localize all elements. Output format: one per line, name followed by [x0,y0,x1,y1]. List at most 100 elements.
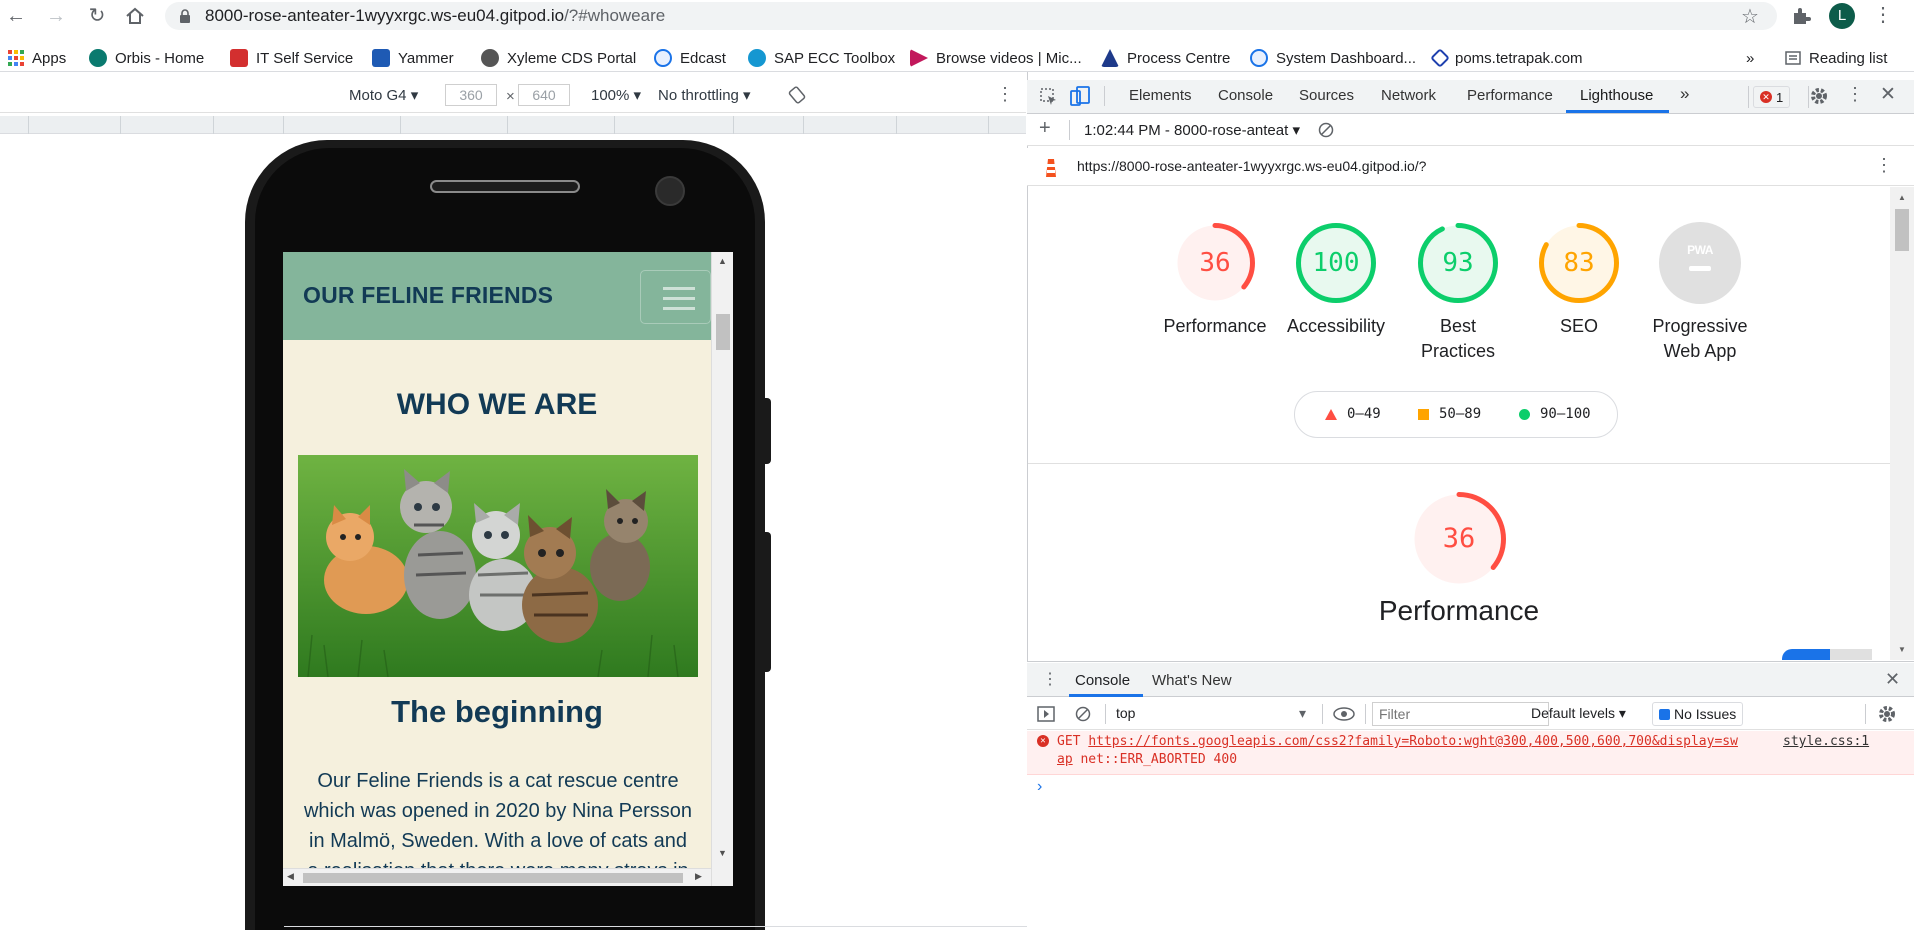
apps-grid-icon [8,50,24,66]
clear-reports-icon[interactable] [1318,122,1334,138]
reading-list-button[interactable]: Reading list [1785,48,1887,68]
throttling-select[interactable]: No throttling ▾ [658,86,751,104]
bookmark-system-dashboard[interactable]: System Dashboard... [1250,48,1416,68]
drawer-tab-console[interactable]: Console [1075,672,1130,689]
bookmark-edcast[interactable]: Edcast [654,48,726,68]
forward-icon[interactable]: → [44,4,68,28]
report-select[interactable]: 1:02:44 PM - 8000-rose-anteat ▾ [1084,121,1300,139]
profile-avatar[interactable]: L [1829,3,1855,29]
devtools-menu-icon[interactable]: ⋮ [1846,84,1864,105]
gauge-score: 83 [1563,248,1595,278]
it-self-service-icon [230,49,248,67]
url-path: /?#whoweare [564,6,666,25]
site-brand[interactable]: OUR FELINE FRIENDS [303,282,553,309]
zoom-select[interactable]: 100% ▾ [591,86,641,104]
scroll-right-arrow-icon[interactable]: ▶ [695,871,702,882]
tab-performance[interactable]: Performance [1467,87,1553,104]
gauge-pwa[interactable]: PWA Progressive Web App [1630,222,1770,364]
drawer-menu-icon[interactable]: ⋮ [1042,669,1058,689]
scroll-left-arrow-icon[interactable]: ◀ [287,871,294,882]
tab-sources[interactable]: Sources [1299,87,1354,104]
tab-network[interactable]: Network [1381,87,1436,104]
edcast-icon [654,49,672,67]
sidebar-toggle-icon[interactable] [1037,706,1055,722]
bookmark-sap[interactable]: SAP ECC Toolbox [748,48,895,68]
scroll-down-arrow-icon[interactable]: ▼ [1898,645,1906,654]
scroll-up-arrow-icon[interactable]: ▲ [1898,193,1906,202]
bookmark-star-icon[interactable]: ☆ [1741,4,1759,29]
extensions-icon[interactable] [1790,5,1812,27]
subsection-title: The beginning [391,694,603,729]
active-drawer-tab-indicator [1069,694,1143,697]
report-url[interactable]: https://8000-rose-anteater-1wyyxrgc.ws-e… [1077,158,1426,174]
gauge-ring: 93 [1417,222,1499,304]
tab-elements[interactable]: Elements [1129,87,1192,104]
gauge-accessibility[interactable]: 100 Accessibility [1266,222,1406,339]
navbar-toggler-button[interactable] [640,270,711,324]
gauge-best-practices[interactable]: 93 Best Practices [1388,222,1528,364]
clear-console-icon[interactable] [1075,706,1091,722]
scrollbar-thumb[interactable] [716,314,730,350]
reload-icon[interactable]: ↻ [85,4,109,28]
view-toggle[interactable] [1782,649,1830,660]
tab-lighthouse[interactable]: Lighthouse [1580,87,1653,104]
error-source-link[interactable]: style.css:1 [1783,734,1869,749]
error-url-link[interactable]: https://fonts.googleapis.com/css2?family… [1088,734,1738,749]
chrome-menu-icon[interactable]: ⋮ [1873,2,1893,27]
console-error-message: ✕ GET https://fonts.googleapis.com/css2?… [1027,731,1914,775]
lighthouse-logo-icon [1043,157,1059,179]
orbis-icon [89,49,107,67]
console-prompt[interactable]: › [1037,778,1042,796]
bookmark-xyleme[interactable]: Xyleme CDS Portal [481,48,636,68]
bookmark-browse-videos[interactable]: Browse videos | Mic... [910,48,1082,68]
console-settings-gear-icon[interactable] [1877,704,1897,724]
scrollbar-thumb[interactable] [1895,209,1909,251]
close-devtools-icon[interactable]: ✕ [1880,83,1896,106]
device-height-input[interactable]: 640 [518,84,570,106]
bookmark-orbis[interactable]: Orbis - Home [89,48,204,68]
bookmarks-overflow-button[interactable]: » [1746,48,1754,68]
issues-button[interactable]: No Issues [1652,702,1744,726]
error-url-continued[interactable]: ap [1057,752,1073,767]
report-menu-icon[interactable]: ⋮ [1875,155,1893,176]
bookmark-process-centre[interactable]: Process Centre [1101,48,1230,68]
bookmark-poms[interactable]: poms.tetrapak.com [1430,48,1583,68]
rotate-icon[interactable] [788,86,806,104]
gauge-label: Accessibility [1286,316,1386,336]
bookmark-it-self-service[interactable]: IT Self Service [230,48,353,68]
console-filter-input[interactable] [1372,702,1549,726]
performance-section-title: Performance [1378,595,1540,626]
context-select[interactable]: top ▾ [1116,705,1306,721]
phone-side-button [763,532,771,672]
device-select[interactable]: Moto G4 ▾ [349,86,418,104]
media-query-ruler[interactable] [0,116,1026,134]
tab-console[interactable]: Console [1218,87,1273,104]
scroll-down-arrow-icon[interactable]: ▼ [718,848,727,858]
gauge-seo[interactable]: 83 SEO [1509,222,1649,339]
device-width-input[interactable]: 360 [445,84,497,106]
settings-gear-icon[interactable] [1809,86,1829,106]
error-counter-button[interactable]: ✕ 1 [1753,86,1791,108]
scroll-up-arrow-icon[interactable]: ▲ [718,256,727,266]
eye-icon[interactable] [1333,707,1355,721]
close-drawer-icon[interactable]: ✕ [1885,669,1900,690]
new-report-icon[interactable]: + [1039,117,1051,140]
drawer-tab-whats-new[interactable]: What's New [1152,672,1232,689]
inspect-element-icon[interactable] [1040,88,1058,106]
scrollbar-thumb[interactable] [303,873,683,883]
back-icon[interactable]: ← [4,4,28,28]
report-scrollbar[interactable]: ▲ ▼ [1890,187,1914,660]
log-levels-select[interactable]: Default levels ▾ [1531,705,1626,722]
device-toggle-icon[interactable] [1070,86,1090,106]
device-toolbar-menu-icon[interactable]: ⋮ [996,84,1014,105]
view-toggle-list[interactable] [1830,649,1872,660]
site-horizontal-scrollbar[interactable]: ◀ ▶ [283,868,711,886]
site-vertical-scrollbar[interactable]: ▲ ▼ [711,252,733,886]
bookmark-apps[interactable]: Apps [8,48,66,68]
home-icon[interactable] [124,5,146,27]
url-text[interactable]: 8000-rose-anteater-1wyyxrgc.ws-eu04.gitp… [205,6,665,26]
gauge-performance[interactable]: 36 Performance [1145,222,1285,339]
more-tabs-button[interactable]: » [1680,84,1689,104]
bookmark-yammer[interactable]: Yammer [372,48,454,68]
device-name: Moto G4 [349,87,407,104]
